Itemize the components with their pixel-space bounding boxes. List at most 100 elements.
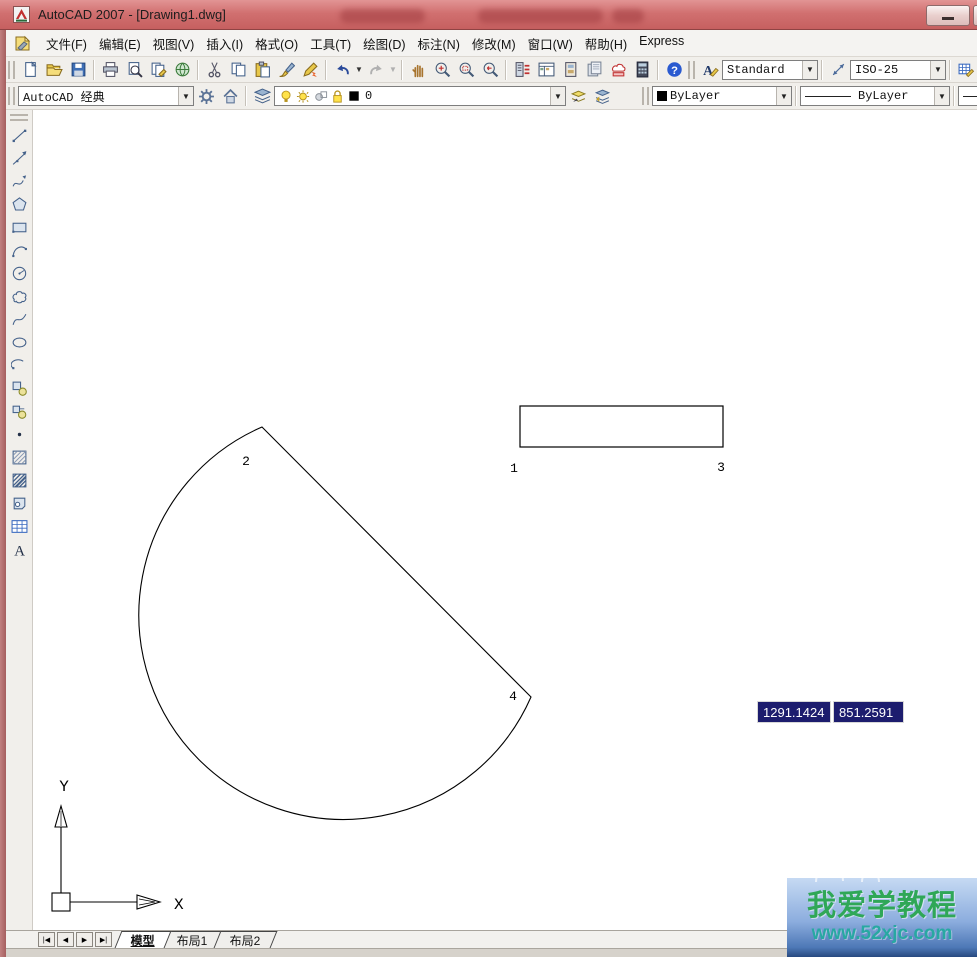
plot-preview-button[interactable] (122, 59, 146, 81)
cut-button[interactable] (202, 59, 226, 81)
tab-first-button[interactable]: |◀ (38, 932, 55, 947)
chevron-down-icon[interactable]: ▼ (934, 87, 949, 105)
undo-dropdown-button[interactable]: ▼ (354, 59, 364, 81)
caption-button-partial[interactable] (973, 5, 977, 26)
chevron-down-icon[interactable]: ▼ (776, 87, 791, 105)
menu-item-11[interactable]: 帮助(H) (579, 30, 633, 57)
menu-item-3[interactable]: 视图(V) (147, 30, 201, 57)
menu-item-12[interactable]: Express (633, 30, 690, 57)
line-button[interactable] (8, 125, 30, 145)
chevron-down-icon[interactable]: ▼ (178, 87, 193, 105)
make-block-button[interactable] (8, 401, 30, 421)
paste-button[interactable] (250, 59, 274, 81)
circle-chord-entity[interactable] (139, 427, 531, 819)
circle-button[interactable] (8, 263, 30, 283)
toolbar-grip[interactable] (688, 61, 695, 79)
workspace-settings-button[interactable] (194, 85, 218, 107)
toolbar-grip[interactable] (10, 114, 28, 121)
arc-button[interactable] (8, 240, 30, 260)
construction-line-button[interactable] (8, 148, 30, 168)
menu-item-2[interactable]: 编辑(E) (93, 30, 147, 57)
layer-combo[interactable]: 0 ▼ (274, 86, 566, 106)
dim-style-combo[interactable]: ISO-25 ▼ (850, 60, 946, 80)
dynamic-input-y-field[interactable]: 851.2591 (833, 701, 904, 723)
match-properties-button[interactable] (274, 59, 298, 81)
menu-item-10[interactable]: 窗口(W) (522, 30, 579, 57)
quickcalc-button[interactable] (630, 59, 654, 81)
designcenter-button[interactable] (534, 59, 558, 81)
new-button[interactable] (18, 59, 42, 81)
spline-button[interactable] (8, 309, 30, 329)
menu-item-6[interactable]: 工具(T) (304, 30, 357, 57)
tab-next-button[interactable]: ▶ (76, 932, 93, 947)
polyline-button[interactable] (8, 171, 30, 191)
menu-item-5[interactable]: 格式(O) (249, 30, 304, 57)
drawing-canvas[interactable]: 1 2 3 4 Y X (33, 110, 977, 930)
3d-dwf-button[interactable] (170, 59, 194, 81)
hatch-button[interactable] (8, 447, 30, 467)
layer-previous-button[interactable] (590, 85, 614, 107)
revision-cloud-button[interactable] (8, 286, 30, 306)
rectangle-button[interactable] (8, 217, 30, 237)
undo-button[interactable] (330, 59, 354, 81)
open-button[interactable] (42, 59, 66, 81)
gradient-button[interactable] (8, 470, 30, 490)
save-button[interactable] (66, 59, 90, 81)
help-button[interactable]: ? (662, 59, 686, 81)
region-button[interactable] (8, 493, 30, 513)
linetype-combo[interactable]: ByLayer ▼ (800, 86, 950, 106)
tab-布局2[interactable]: 布局2 (213, 931, 277, 948)
tab-last-button[interactable]: ▶| (95, 932, 112, 947)
menu-item-7[interactable]: 绘图(D) (357, 30, 411, 57)
zoom-previous-button[interactable] (478, 59, 502, 81)
table-style-button[interactable] (954, 59, 977, 81)
redo-dropdown-button[interactable]: ▼ (388, 59, 398, 81)
chevron-down-icon[interactable]: ▼ (930, 61, 945, 79)
toolbar-grip[interactable] (8, 61, 15, 79)
menu-item-9[interactable]: 修改(M) (466, 30, 522, 57)
sun-icon[interactable] (296, 89, 311, 104)
lineweight-combo[interactable] (958, 86, 977, 106)
chevron-down-icon[interactable]: ▼ (550, 87, 565, 105)
make-object-layer-current-button[interactable] (566, 85, 590, 107)
text-style-button[interactable]: A (698, 59, 722, 81)
tab-模型[interactable]: 模型 (115, 931, 172, 948)
polygon-button[interactable] (8, 194, 30, 214)
copy-button[interactable] (226, 59, 250, 81)
zoom-window-button[interactable] (454, 59, 478, 81)
menu-item-1[interactable]: 文件(F) (40, 30, 93, 57)
rectangle-entity[interactable] (520, 406, 723, 447)
bulb-icon[interactable] (279, 89, 294, 104)
tab-prev-button[interactable]: ◀ (57, 932, 74, 947)
tool-palettes-button[interactable] (558, 59, 582, 81)
toolbar-grip[interactable] (642, 87, 649, 105)
properties-button[interactable] (510, 59, 534, 81)
dynamic-input-x-field[interactable]: 1291.1424 (757, 701, 831, 723)
chevron-down-icon[interactable]: ▼ (802, 61, 817, 79)
layer-properties-button[interactable] (250, 85, 274, 107)
plot-button[interactable] (98, 59, 122, 81)
zoom-realtime-button[interactable] (430, 59, 454, 81)
lock-icon[interactable] (330, 89, 345, 104)
multiline-text-button[interactable]: A (8, 539, 30, 559)
my-workspace-button[interactable] (218, 85, 242, 107)
menu-item-4[interactable]: 插入(I) (200, 30, 249, 57)
minimize-button[interactable] (926, 5, 970, 26)
ellipse-arc-button[interactable] (8, 355, 30, 375)
object-color-combo[interactable]: ByLayer ▼ (652, 86, 792, 106)
sun-viewport-icon[interactable] (313, 89, 328, 104)
color-swatch-icon[interactable] (347, 89, 362, 104)
markup-set-manager-button[interactable] (606, 59, 630, 81)
ellipse-button[interactable] (8, 332, 30, 352)
redo-button[interactable] (364, 59, 388, 81)
insert-block-button[interactable] (8, 378, 30, 398)
text-style-combo[interactable]: Standard ▼ (722, 60, 818, 80)
dim-style-button[interactable] (826, 59, 850, 81)
publish-button[interactable] (146, 59, 170, 81)
table-button[interactable] (8, 516, 30, 536)
menu-item-8[interactable]: 标注(N) (412, 30, 466, 57)
sheetset-manager-button[interactable] (582, 59, 606, 81)
toolbar-grip[interactable] (8, 87, 15, 105)
point-button[interactable] (8, 424, 30, 444)
workspace-combo[interactable]: AutoCAD 经典 ▼ (18, 86, 194, 106)
